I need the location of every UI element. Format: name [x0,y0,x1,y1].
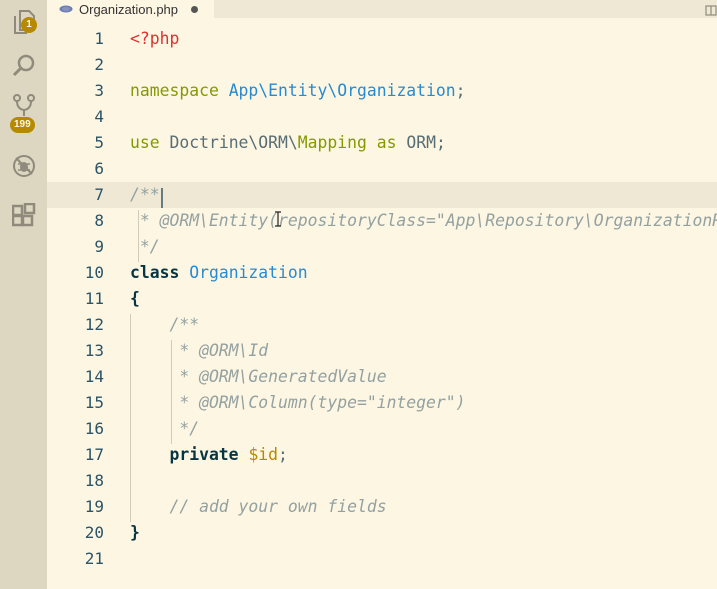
semicolon: ; [278,445,288,464]
code-line: 11 { [47,286,717,312]
import-namespace: Doctrine\ORM\ [169,133,298,152]
tab-bar: Organization.php [47,0,717,18]
line-number: 9 [94,237,104,256]
debug-icon [11,153,37,179]
code-line: 2 [47,52,717,78]
code-text: class Organization [130,260,308,286]
code-text: private $id; [130,442,288,468]
open-brace: { [130,289,140,308]
code-line: 20 } [47,520,717,546]
line-number: 19 [84,497,104,516]
close-brace: } [130,523,140,542]
keyword-private: private [130,445,239,464]
line-number: 2 [94,55,104,74]
code-text: use Doctrine\ORM\Mapping as ORM; [130,130,446,156]
line-number: 15 [84,393,104,412]
line-number: 18 [84,471,104,490]
line-number: 16 [84,419,104,438]
code-line: 16 */ [47,416,717,442]
source-control-badge: 199 [10,117,35,133]
debug-button[interactable] [0,144,47,188]
code-line: 1 <?php [47,26,717,52]
explorer-button[interactable]: 1 [0,0,47,44]
unsaved-dot-icon[interactable] [191,5,199,13]
line-number: 5 [94,133,104,152]
code-editor[interactable]: 1 <?php 2 3 namespace App\Entity\Organiz… [47,18,717,589]
code-line: 9 */ [47,234,717,260]
code-line: 18 [47,468,717,494]
code-line: 8 * @ORM\Entity(repositoryClass="App\Rep… [47,208,717,234]
line-number: 12 [84,315,104,334]
code-line: 17 private $id; [47,442,717,468]
code-line: 6 [47,156,717,182]
tab-label: Organization.php [79,1,179,17]
code-line: 21 [47,546,717,572]
code-line: 14 * @ORM\GeneratedValue [47,364,717,390]
extensions-icon [11,203,36,227]
code-line: 13 * @ORM\Id [47,338,717,364]
line-number: 7 [94,185,104,204]
line-number: 21 [84,549,104,568]
class-name: Organization [189,263,308,282]
line-number: 4 [94,107,104,126]
import-class: Mapping [297,133,367,152]
line-number: 1 [94,29,104,48]
code-line: 15 * @ORM\Column(type="integer") [47,390,717,416]
code-line: 3 namespace App\Entity\Organization; [47,78,717,104]
text-cursor [161,188,163,208]
line-number: 20 [84,523,104,542]
source-control-button[interactable]: 199 [0,90,47,134]
namespace-name: App\Entity\Organization [228,81,456,100]
line-number: 10 [84,263,104,282]
line-number: 17 [84,445,104,464]
keyword-namespace: namespace [130,81,219,100]
doc-comment: */ [130,237,160,256]
split-editor-icon[interactable] [705,2,717,16]
line-number: 13 [84,341,104,360]
explorer-badge: 1 [21,17,37,33]
line-comment: // add your own fields [130,497,387,516]
property-variable: $id [248,445,279,464]
line-number: 14 [84,367,104,386]
doc-comment: /** [130,185,160,204]
doc-comment: * @ORM\GeneratedValue [130,367,387,386]
code-line: 4 [47,104,717,130]
keyword-class: class [130,263,180,282]
line-number: 3 [94,81,104,100]
code-line: 5 use Doctrine\ORM\Mapping as ORM; [47,130,717,156]
ibeam-cursor-icon [274,211,282,231]
code-line: 19 // add your own fields [47,494,717,520]
keyword-as: as [376,133,397,152]
code-text: <?php [130,29,180,48]
doc-comment: */ [130,419,200,438]
code-line: 12 /** [47,312,717,338]
line-number: 11 [84,289,104,308]
tab-organization-php[interactable]: Organization.php [47,0,214,18]
code-text: namespace App\Entity\Organization; [130,78,466,104]
import-alias: ORM; [406,133,446,152]
semicolon: ; [455,81,466,100]
doc-comment: * @ORM\Column(type="integer") [130,393,466,412]
doc-comment: * @ORM\Id [130,341,269,360]
doc-comment: /** [130,315,200,334]
line-number: 6 [94,159,104,178]
keyword-use: use [130,133,160,152]
line-number: 8 [94,211,104,230]
current-line: 7 /** [47,182,717,208]
code-line: 10 class Organization [47,260,717,286]
extensions-button[interactable] [0,193,47,237]
php-icon [59,5,73,13]
search-icon [11,53,37,79]
search-button[interactable] [0,44,47,88]
doc-comment: * @ORM\Entity(repositoryClass="App\Repos… [139,211,717,230]
activity-bar: 1 199 [0,0,47,589]
